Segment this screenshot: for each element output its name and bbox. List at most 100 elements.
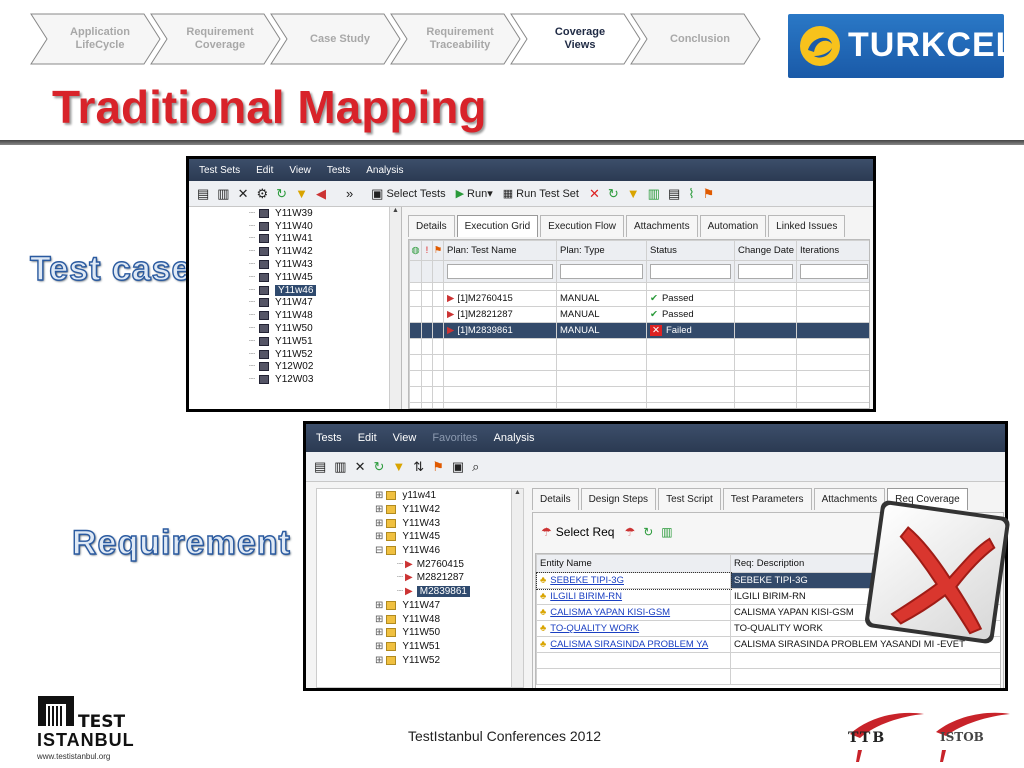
gear-icon[interactable]: ⚙ <box>257 186 269 201</box>
filter-input[interactable] <box>646 260 735 283</box>
tree-item[interactable]: ⊟ Y11W46 <box>317 544 523 558</box>
tree-item[interactable]: ┈ Y12W03 <box>189 373 401 386</box>
expand-icon[interactable]: ⊞ <box>375 518 383 529</box>
tree-item[interactable]: ┈ Y11W51 <box>189 335 401 348</box>
tree-scrollbar[interactable]: ▲ <box>511 489 523 687</box>
tree-item[interactable]: ┈ Y11W42 <box>189 245 401 258</box>
breadcrumb-step-5[interactable]: Conclusion <box>630 13 762 65</box>
view-icon[interactable]: ▣ <box>452 459 464 474</box>
breadcrumb-step-1[interactable]: Requirement Coverage <box>150 13 282 65</box>
breadcrumb-step-3[interactable]: Requirement Traceability <box>390 13 522 65</box>
refresh-icon[interactable]: ↻ <box>608 186 619 201</box>
menu-tests[interactable]: Tests <box>316 432 342 444</box>
tree-item[interactable]: ⊞ Y11W42 <box>317 503 523 517</box>
tab-test-parameters[interactable]: Test Parameters <box>722 488 812 510</box>
attach-flag-icon[interactable]: ◍ <box>409 240 422 261</box>
menu-view[interactable]: View <box>393 432 417 444</box>
search-icon[interactable]: ⌕ <box>472 459 479 474</box>
breadcrumb-step-4[interactable]: Coverage Views <box>510 13 642 65</box>
tree-item[interactable]: ┈ Y11W45 <box>189 271 401 284</box>
expand-icon[interactable]: ⊞ <box>375 655 383 666</box>
menu-tests[interactable]: Tests <box>327 165 350 176</box>
tree-item[interactable]: ⊞ Y11W47 <box>317 599 523 613</box>
column-header[interactable]: Status <box>646 240 735 261</box>
column-header[interactable]: Entity Name <box>536 554 731 573</box>
expand-icon[interactable]: ⊞ <box>375 490 383 501</box>
tree-item[interactable]: ┈ ▶ M2821287 <box>317 571 523 585</box>
filter-box[interactable] <box>738 264 793 279</box>
remove-req-icon[interactable]: ☂ <box>624 525 635 539</box>
tab-execution-flow[interactable]: Execution Flow <box>540 215 624 237</box>
run-test-set-button[interactable]: ▦ Run Test Set <box>503 187 579 201</box>
expand-icon[interactable]: ⊞ <box>375 531 383 542</box>
tree-item[interactable]: ┈ Y11W40 <box>189 220 401 233</box>
requirement-link[interactable]: SEBEKE TIPI-3G <box>550 575 624 586</box>
filter-box[interactable] <box>447 264 553 279</box>
filter-icon[interactable]: ▼ <box>295 186 308 201</box>
expand-icon[interactable]: ⊞ <box>375 627 383 638</box>
filter-box[interactable] <box>800 264 868 279</box>
menu-analysis[interactable]: Analysis <box>366 165 403 176</box>
expand-icon[interactable]: ⊞ <box>375 641 383 652</box>
tree-item[interactable]: ⊞ y11w41 <box>317 489 523 503</box>
table-row[interactable]: ▶ [1]M2760415 MANUAL ✔ Passed <box>409 290 869 307</box>
tree-item[interactable]: ┈ Y11W48 <box>189 309 401 322</box>
refresh-icon[interactable]: ↻ <box>276 186 287 201</box>
expand-icon[interactable]: ⊞ <box>375 600 383 611</box>
filter-input[interactable] <box>556 260 647 283</box>
select-req-button[interactable]: Select Req <box>556 525 615 539</box>
tree-item[interactable]: ⊞ Y11W45 <box>317 530 523 544</box>
delete-icon[interactable]: ✕ <box>355 459 366 474</box>
attach-icon[interactable]: ⌇ <box>688 186 694 201</box>
menu-view[interactable]: View <box>289 165 311 176</box>
tab-details[interactable]: Details <box>532 488 579 510</box>
tree-scrollbar[interactable]: ▲ <box>389 207 401 409</box>
new-test-icon[interactable]: ▥ <box>334 459 346 474</box>
filter-input[interactable] <box>443 260 557 283</box>
expand-icon[interactable]: ⊞ <box>375 504 383 515</box>
filter-icon[interactable]: ▼ <box>627 186 640 201</box>
tree-item[interactable]: ┈ ▶ M2760415 <box>317 557 523 571</box>
collapse-icon[interactable]: ⊟ <box>375 545 383 556</box>
tab-design-steps[interactable]: Design Steps <box>580 488 657 510</box>
tree-item[interactable]: ⊞ Y11W51 <box>317 640 523 654</box>
tree-item[interactable]: ⊞ Y11W50 <box>317 626 523 640</box>
tree-item[interactable]: ┈ Y12W02 <box>189 361 401 374</box>
alert-icon[interactable]: ! <box>421 240 433 261</box>
menu-favorites[interactable]: Favorites <box>432 432 477 444</box>
back-icon[interactable]: ◀ <box>316 186 326 201</box>
more-icon[interactable]: » <box>346 186 353 201</box>
tree-item[interactable]: ⊞ Y11W52 <box>317 653 523 667</box>
breadcrumb-step-2[interactable]: Case Study <box>270 13 402 65</box>
delete-icon[interactable]: ✕ <box>238 186 249 201</box>
tree-item[interactable]: ┈ Y11W41 <box>189 233 401 246</box>
tab-automation[interactable]: Automation <box>699 215 767 237</box>
flag-icon[interactable]: ⚑ <box>703 186 715 201</box>
requirement-link[interactable]: ILGILI BIRIM-RN <box>550 591 622 602</box>
menu-edit[interactable]: Edit <box>358 432 377 444</box>
sort-icon[interactable]: ⇅ <box>413 459 424 474</box>
new-folder-icon[interactable]: ▤ <box>197 186 209 201</box>
table-row[interactable]: ▶ [1]M2821287 MANUAL ✔ Passed <box>409 306 869 323</box>
menu-test-sets[interactable]: Test Sets <box>199 165 240 176</box>
tree-item[interactable]: ┈ Y11W39 <box>189 207 401 220</box>
flag-icon[interactable]: ⚑ <box>432 240 444 261</box>
run-button[interactable]: ▶ Run ▾ <box>456 187 493 201</box>
table-row[interactable]: ▶ [1]M2839861 MANUAL ✕ Failed <box>409 322 869 339</box>
column-header[interactable]: Plan: Type <box>556 240 647 261</box>
filter-box[interactable] <box>650 264 731 279</box>
expand-icon[interactable]: ⊞ <box>375 614 383 625</box>
refresh-icon[interactable]: ↻ <box>374 459 385 474</box>
tree-item[interactable]: ┈ Y11W43 <box>189 258 401 271</box>
filter-icon[interactable]: ▼ <box>392 459 405 474</box>
requirement-link[interactable]: CALISMA SIRASINDA PROBLEM YA <box>550 639 708 650</box>
tab-details[interactable]: Details <box>408 215 455 237</box>
tab-linked-issues[interactable]: Linked Issues <box>768 215 846 237</box>
filter-input[interactable] <box>734 260 797 283</box>
flag-icon[interactable]: ⚑ <box>432 459 444 474</box>
menu-analysis[interactable]: Analysis <box>494 432 535 444</box>
report-icon[interactable]: ▤ <box>668 186 680 201</box>
refresh-icon[interactable]: ↻ <box>643 525 653 539</box>
breadcrumb-step-0[interactable]: Application LifeCycle <box>30 13 162 65</box>
filter-box[interactable] <box>560 264 643 279</box>
